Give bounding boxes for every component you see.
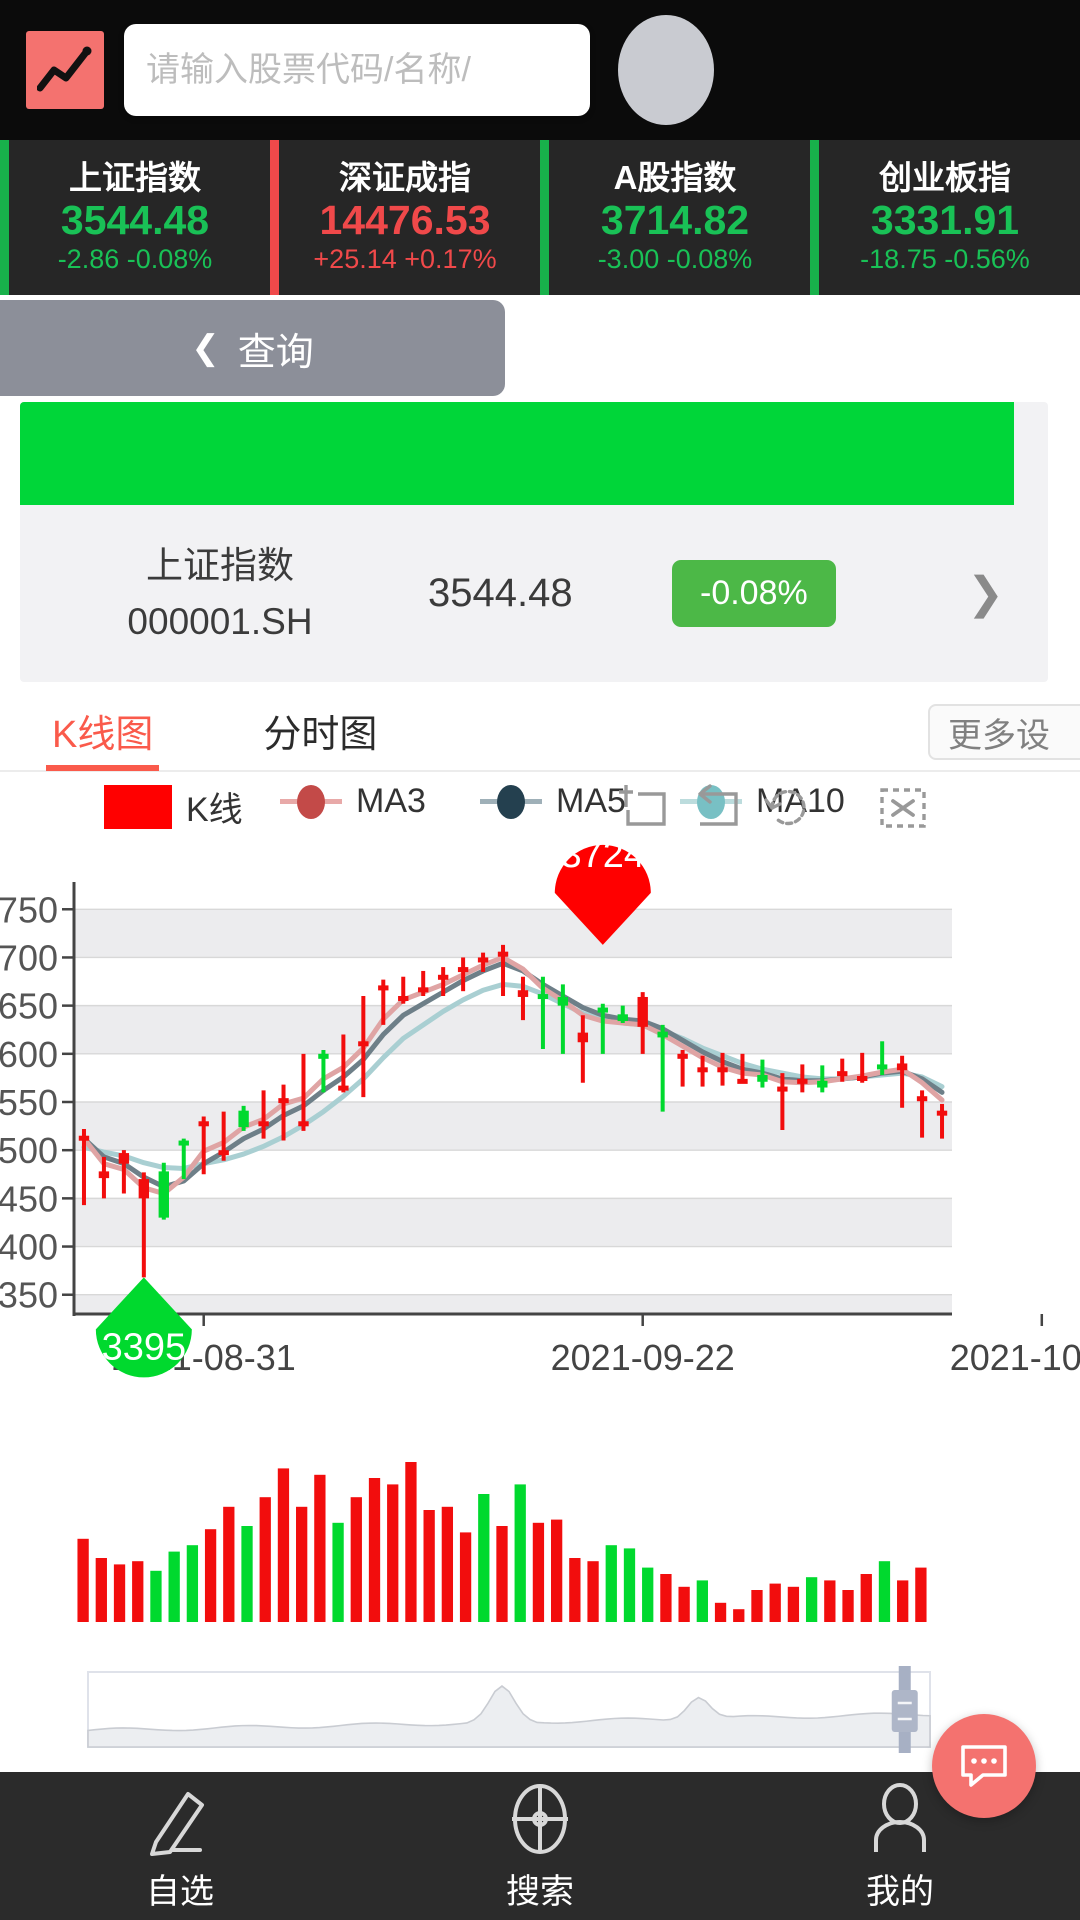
chart-tabs: K线图 分时图 更多设 — [0, 690, 1080, 772]
query-button-label: 查询 — [237, 331, 314, 374]
index-change-abs: -18.75 — [860, 243, 937, 274]
svg-text:700: 700 — [0, 937, 58, 978]
stock-row: 上证指数 000001.SH 3544.48 -0.08% ❯ — [20, 505, 1048, 682]
y-axis: 350 400 450 500 550 600 650 700 750 — [0, 882, 76, 1316]
index-item-0[interactable]: 上证指数 3544.48 -2.86 -0.08% — [0, 140, 270, 295]
index-change-abs: -3.00 — [597, 243, 660, 274]
nav-item-watchlist[interactable]: 自选 — [0, 1772, 360, 1920]
index-name: 创业板指 — [879, 158, 1011, 196]
chevron-right-icon[interactable]: ❯ — [967, 568, 1004, 619]
index-change-pct: -0.08% — [666, 243, 753, 274]
index-value: 3714.82 — [600, 196, 750, 243]
chat-bubble-icon — [961, 1745, 1007, 1787]
stock-name: 上证指数 — [146, 545, 294, 586]
status-badge: -0.08% — [672, 560, 836, 627]
stock-price: 3544.48 — [428, 571, 573, 615]
person-icon — [874, 1782, 926, 1852]
trend-up-icon — [37, 46, 92, 92]
search-box[interactable] — [124, 24, 590, 116]
index-name: A股指数 — [613, 158, 737, 196]
index-value: 14476.53 — [319, 196, 491, 243]
index-change-pct: +0.17% — [404, 243, 497, 274]
volume-series — [77, 1462, 927, 1622]
nav-label: 搜索 — [506, 1872, 574, 1911]
index-name: 深证成指 — [339, 158, 471, 196]
index-change: +25.14 +0.17% — [313, 243, 496, 277]
stock-code: 000001.SH — [127, 600, 313, 642]
app-root: 上证指数 3544.48 -2.86 -0.08% 深证成指 14476.53 … — [0, 0, 1080, 1920]
tab-timeshare[interactable]: 分时图 — [257, 689, 383, 771]
chat-fab-button[interactable] — [932, 1714, 1036, 1818]
svg-text:400: 400 — [0, 1227, 58, 1268]
svg-text:2021-09-22: 2021-09-22 — [551, 1337, 735, 1378]
index-item-3[interactable]: 创业板指 3331.91 -18.75 -0.56% — [810, 140, 1080, 295]
nav-item-search[interactable]: 搜索 — [360, 1772, 720, 1920]
kline-chart[interactable]: K线 MA3 MA5 MA10 350 400 450 500 550 600 … — [0, 772, 1080, 1772]
search-input[interactable] — [146, 50, 568, 90]
query-button[interactable]: ❮ 查询 — [0, 300, 505, 396]
more-settings-button[interactable]: 更多设 — [928, 704, 1080, 760]
pencil-icon — [150, 1791, 204, 1856]
app-header — [0, 0, 1080, 140]
svg-text:3724: 3724 — [561, 834, 646, 876]
bottom-navigation: 自选 搜索 我的 — [0, 1772, 1080, 1920]
index-change-pct: -0.56% — [944, 243, 1030, 274]
chevron-left-icon: ❮ — [191, 329, 220, 367]
moving-average-lines — [81, 954, 945, 1197]
index-change: -2.86 -0.08% — [58, 243, 213, 277]
chart-plot-surface[interactable]: 350400450500550600650700750 2021-08-31 20… — [0, 772, 1080, 1772]
tab-kline[interactable]: K线图 — [46, 689, 160, 771]
svg-text:650: 650 — [0, 986, 58, 1027]
svg-text:350: 350 — [0, 1275, 58, 1316]
index-item-2[interactable]: A股指数 3714.82 -3.00 -0.08% — [540, 140, 810, 295]
svg-text:2021-10-19: 2021-10-19 — [950, 1337, 1080, 1378]
stock-identity: 上证指数 000001.SH — [20, 538, 420, 649]
index-value: 3544.48 — [60, 196, 210, 243]
svg-text:550: 550 — [0, 1082, 58, 1123]
index-change: -3.00 -0.08% — [598, 243, 753, 277]
index-change-abs: -2.86 — [57, 243, 120, 274]
index-change-pct: -0.08% — [126, 243, 213, 274]
avatar[interactable] — [618, 15, 714, 125]
svg-text:450: 450 — [0, 1178, 58, 1219]
stock-summary-card[interactable]: 上证指数 000001.SH 3544.48 -0.08% ❯ — [20, 402, 1048, 682]
index-item-1[interactable]: 深证成指 14476.53 +25.14 +0.17% — [270, 140, 540, 295]
x-axis: 2021-08-312021-09-222021-10-19 — [74, 1312, 1080, 1378]
datazoom-slider[interactable] — [87, 1666, 931, 1753]
svg-text:3395: 3395 — [102, 1326, 187, 1368]
index-name: 上证指数 — [69, 158, 201, 196]
price-banner — [20, 402, 1014, 505]
svg-text:750: 750 — [0, 889, 58, 930]
index-value: 3331.91 — [870, 196, 1020, 243]
svg-text:600: 600 — [0, 1034, 58, 1075]
app-logo[interactable] — [26, 31, 104, 109]
index-change: -18.75 -0.56% — [860, 243, 1030, 277]
index-change-abs: +25.14 — [313, 243, 397, 274]
svg-text:500: 500 — [0, 1130, 58, 1171]
target-icon — [512, 1783, 568, 1854]
nav-label: 自选 — [146, 1872, 214, 1911]
nav-label: 我的 — [866, 1872, 934, 1911]
index-ticker-strip: 上证指数 3544.48 -2.86 -0.08% 深证成指 14476.53 … — [0, 140, 1080, 295]
